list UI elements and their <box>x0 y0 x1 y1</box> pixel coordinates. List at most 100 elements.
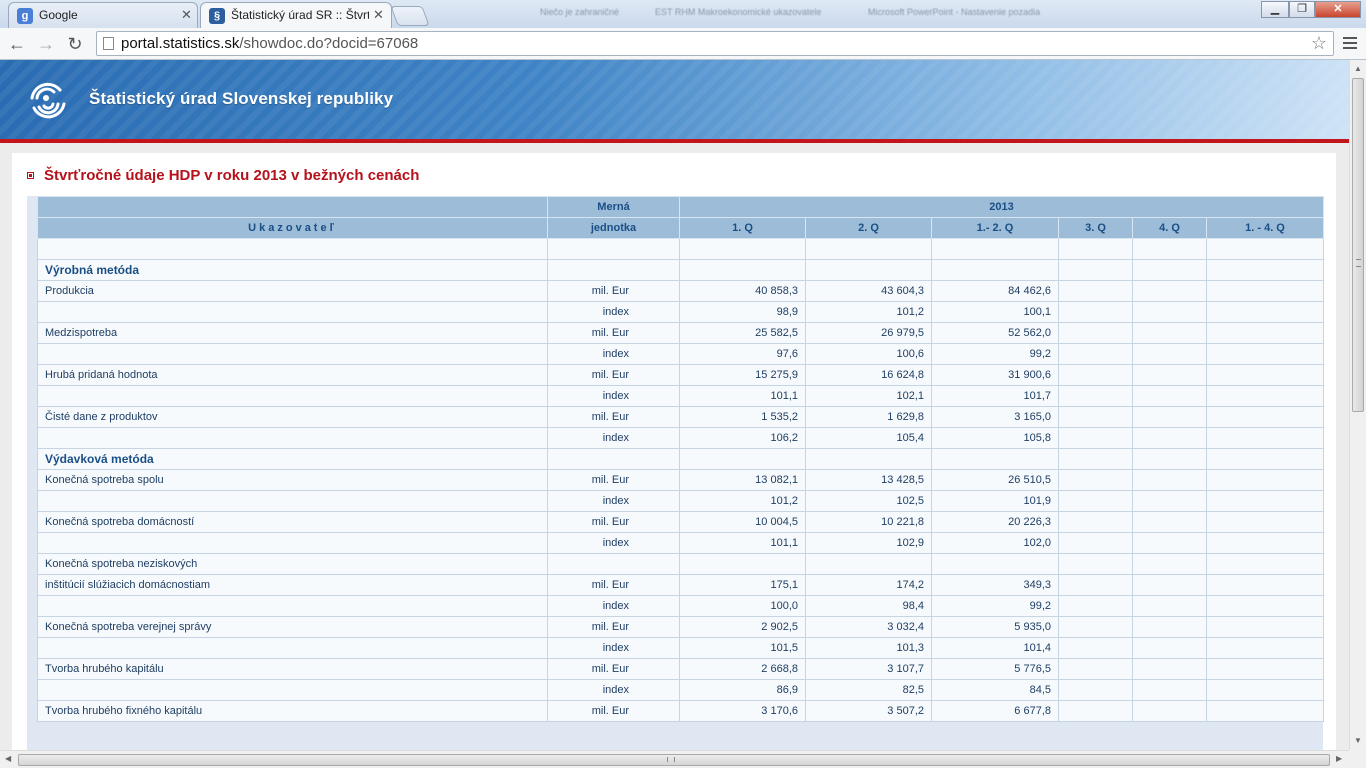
table-row: index 101,5 101,3 101,4 <box>37 637 1325 659</box>
window-close-button[interactable]: ✕ <box>1315 1 1361 18</box>
value-cell: 16 624,8 <box>805 364 932 386</box>
scroll-right-icon[interactable]: ▶ <box>1336 754 1342 763</box>
table-row <box>37 238 1325 260</box>
value-cell: 1 629,8 <box>805 406 932 428</box>
unit-cell: mil. Eur <box>547 700 680 722</box>
tab-google[interactable]: g Google ✕ <box>8 2 198 28</box>
value-cell <box>1205 595 1325 617</box>
value-cell: 3 165,0 <box>931 406 1059 428</box>
unit-cell: mil. Eur <box>547 511 680 533</box>
header-row-sub: Ukazovateľ jednotka 1. Q 2. Q 1.- 2. Q 3… <box>37 217 1325 239</box>
value-cell <box>1058 448 1133 470</box>
value-cell <box>1205 448 1325 470</box>
value-cell: 174,2 <box>805 574 932 596</box>
value-cell: 102,5 <box>805 490 932 512</box>
header-period: 1.- 2. Q <box>931 217 1059 239</box>
scroll-left-icon[interactable]: ◀ <box>5 754 11 763</box>
unit-cell: index <box>547 595 680 617</box>
table-row: Medzispotreba mil. Eur 25 582,5 26 979,5 52 … <box>37 322 1325 344</box>
reload-button[interactable]: ↻ <box>63 32 87 56</box>
value-cell: 105,8 <box>931 427 1059 449</box>
value-cell <box>1205 301 1325 323</box>
table-row: Konečná spotreba neziskových <box>37 553 1325 575</box>
value-cell <box>1205 343 1325 365</box>
menu-icon[interactable] <box>1340 34 1360 54</box>
row-label: Konečná spotreba neziskových <box>37 553 548 575</box>
value-cell: 2 668,8 <box>679 658 806 680</box>
close-icon[interactable]: ✕ <box>181 7 192 23</box>
susr-logo-icon[interactable] <box>24 78 70 124</box>
value-cell: 52 562,0 <box>931 322 1059 344</box>
background-window-title: Niečo je zahraničné <box>540 7 620 17</box>
tab-title: Štatistický úrad SR :: Štvrťr <box>231 8 369 22</box>
scroll-down-icon[interactable]: ▼ <box>1354 736 1362 745</box>
header-unit-sub: jednotka <box>547 217 680 239</box>
section-label: Výdavková metóda <box>37 448 548 470</box>
value-cell: 3 170,6 <box>679 700 806 722</box>
forward-button[interactable]: → <box>34 32 58 56</box>
value-cell <box>1132 679 1207 701</box>
table-row: index 101,1 102,9 102,0 <box>37 532 1325 554</box>
value-cell <box>1205 280 1325 302</box>
table-row: index 98,9 101,2 100,1 <box>37 301 1325 323</box>
value-cell: 105,4 <box>805 427 932 449</box>
value-cell <box>1058 406 1133 428</box>
value-cell <box>805 238 932 260</box>
row-label: Konečná spotreba domácností <box>37 511 548 533</box>
value-cell <box>679 259 806 281</box>
unit-cell <box>547 238 680 260</box>
row-label <box>37 490 548 512</box>
tab-statistics[interactable]: § Štatistický úrad SR :: Štvrťr ✕ <box>200 2 392 28</box>
unit-cell: mil. Eur <box>547 322 680 344</box>
back-button[interactable]: ← <box>5 32 29 56</box>
value-cell <box>1132 427 1207 449</box>
value-cell <box>1205 637 1325 659</box>
horizontal-scrollbar[interactable]: ◀ ▶ <box>0 750 1349 768</box>
maximize-button[interactable]: ❐ <box>1289 1 1315 18</box>
susr-logo-icon: § <box>209 8 225 24</box>
value-cell: 100,6 <box>805 343 932 365</box>
value-cell: 82,5 <box>805 679 932 701</box>
address-bar[interactable]: portal.statistics.sk/showdoc.do?docid=67… <box>96 31 1334 56</box>
minimize-button[interactable]: ▁ <box>1261 1 1289 18</box>
value-cell <box>1132 490 1207 512</box>
unit-cell: mil. Eur <box>547 574 680 596</box>
row-label <box>37 595 548 617</box>
value-cell: 13 082,1 <box>679 469 806 491</box>
value-cell <box>1205 364 1325 386</box>
value-cell: 31 900,6 <box>931 364 1059 386</box>
value-cell: 6 677,8 <box>931 700 1059 722</box>
close-icon[interactable]: ✕ <box>373 7 384 23</box>
scroll-up-icon[interactable]: ▲ <box>1354 64 1362 73</box>
value-cell: 101,9 <box>931 490 1059 512</box>
row-label <box>37 385 548 407</box>
value-cell <box>1132 385 1207 407</box>
unit-cell: mil. Eur <box>547 616 680 638</box>
unit-cell: mil. Eur <box>547 406 680 428</box>
value-cell: 5 776,5 <box>931 658 1059 680</box>
table-row: index 100,0 98,4 99,2 <box>37 595 1325 617</box>
unit-cell <box>547 448 680 470</box>
value-cell: 3 507,2 <box>805 700 932 722</box>
scroll-thumb[interactable] <box>1352 78 1364 412</box>
value-cell <box>1058 595 1133 617</box>
table-row: index 86,9 82,5 84,5 <box>37 679 1325 701</box>
row-label <box>37 343 548 365</box>
section-row: Výrobná metóda <box>37 259 1325 281</box>
value-cell <box>1132 259 1207 281</box>
value-cell <box>1132 238 1207 260</box>
site-name[interactable]: Štatistický úrad Slovenskej republiky <box>89 89 393 109</box>
value-cell <box>1205 406 1325 428</box>
bookmark-star-icon[interactable]: ☆ <box>1311 33 1327 54</box>
value-cell <box>1058 280 1133 302</box>
value-cell <box>679 553 806 575</box>
scroll-thumb[interactable] <box>18 754 1330 766</box>
table-row: Tvorba hrubého kapitálu mil. Eur 2 668,8 3 … <box>37 658 1325 680</box>
value-cell <box>1132 574 1207 596</box>
value-cell <box>1058 532 1133 554</box>
vertical-scrollbar[interactable]: ▲ ▼ <box>1349 60 1366 750</box>
new-tab-button[interactable] <box>390 6 430 26</box>
row-label: Tvorba hrubého fixného kapitálu <box>37 700 548 722</box>
value-cell: 102,9 <box>805 532 932 554</box>
unit-cell <box>547 553 680 575</box>
